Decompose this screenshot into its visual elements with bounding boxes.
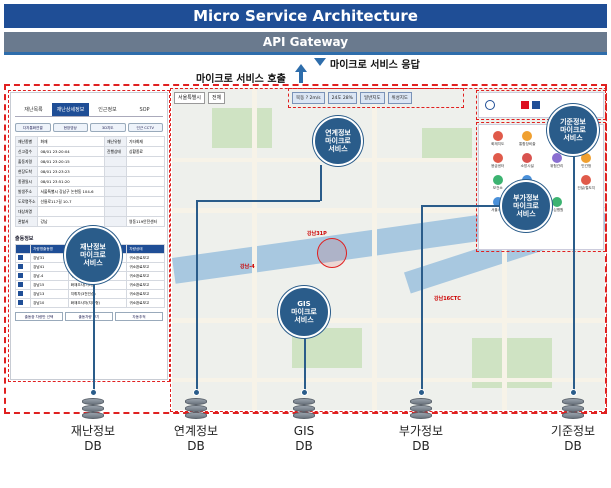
database-suffix: DB [84, 439, 102, 453]
database-suffix: DB [412, 439, 430, 453]
gis-service-callout: GIS 마이크로 서비스 [278, 286, 330, 338]
database-name: 기준정보 [550, 424, 596, 438]
linkage-connector-up [320, 165, 322, 201]
disaster-service-callout: 재난정보 마이크로 서비스 [64, 226, 122, 284]
database-icon [562, 398, 584, 422]
additional-connector-v [421, 205, 423, 392]
database-label: 재난정보 DB [53, 424, 133, 454]
database-label: 연계정보 DB [156, 424, 236, 454]
database-label: 부가정보 DB [381, 424, 461, 454]
database-icon [410, 398, 432, 422]
architecture-diagram: Micro Service Architecture API Gateway 마… [0, 0, 611, 488]
api-gateway-bar: API Gateway [4, 32, 607, 52]
database-name: 연계정보 [173, 424, 219, 438]
database-name: 재난정보 [70, 424, 116, 438]
database-suffix: DB [564, 439, 582, 453]
standard-service-callout: 기준정보 마이크로 서비스 [547, 104, 599, 156]
database-icon [82, 398, 104, 422]
disaster-connector [93, 282, 95, 392]
database-suffix: DB [187, 439, 205, 453]
disaster-node [90, 389, 97, 396]
additional-service-callout: 부가정보 마이크로 서비스 [500, 180, 552, 232]
database-name: GIS [293, 424, 315, 438]
linkage-service-callout: 연계정보 마이크로 서비스 [313, 116, 363, 166]
gis-node [301, 389, 308, 396]
database-icon [185, 398, 207, 422]
additional-node [418, 389, 425, 396]
diagram-title: Micro Service Architecture [4, 4, 607, 28]
database-suffix: DB [295, 439, 313, 453]
gateway-strip [4, 52, 607, 55]
linkage-connector-h [196, 200, 320, 202]
linkage-node [193, 389, 200, 396]
linkage-connector-v [196, 200, 198, 392]
call-label: 마이크로 서비스 호출 [196, 74, 286, 85]
standard-node [570, 389, 577, 396]
database-name: 부가정보 [398, 424, 444, 438]
standard-connector [573, 152, 575, 392]
gis-connector [304, 332, 306, 392]
database-label: GIS DB [264, 424, 344, 454]
response-arrow-icon [314, 58, 326, 66]
call-arrow-stem [299, 71, 303, 83]
response-label: 마이크로 서비스 응답 [330, 60, 420, 71]
database-label: 기준정보 DB [533, 424, 611, 454]
database-icon [293, 398, 315, 422]
